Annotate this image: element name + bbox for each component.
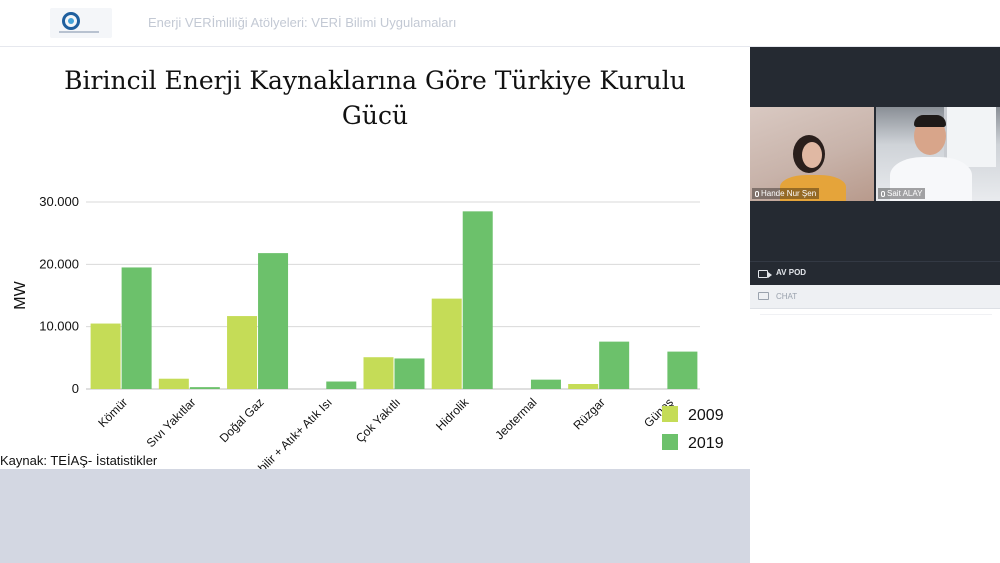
chat-icon (758, 292, 769, 300)
participant-name-tag: Sait ALAY (878, 188, 926, 199)
participant-video-1[interactable]: Hande Nur Şen (750, 107, 874, 201)
bar-2009 (90, 323, 121, 389)
bar-2019 (394, 358, 425, 389)
presentation-slide: 0 10.000 20.000 30.000 MW Kömür Sıvı Yakıtlar D… (0, 47, 750, 469)
bar-2009 (363, 357, 394, 389)
app-title: Enerji VERİmliliği Atölyeleri: VERİ Bili… (148, 15, 457, 30)
legend-label: 2019 (688, 435, 724, 452)
x-tick-label: Doğal Gaz (217, 395, 267, 445)
bar-2019 (599, 341, 630, 389)
x-tick-label: Rüzgar (571, 395, 608, 432)
chat-header[interactable]: CHAT (750, 285, 1000, 309)
x-tick-label: Yenilenebilir + Atık+ Atık Isı (223, 395, 335, 469)
side-panel: Hande Nur Şen Sait ALAY AV POD CHAT (750, 47, 1000, 563)
y-tick-label: 10.000 (39, 319, 79, 334)
mic-icon (881, 191, 885, 197)
bar-2019 (462, 211, 493, 389)
bar-2019 (326, 381, 357, 389)
chart-title: Birincil Enerji Kaynaklarına Göre Türkiy… (0, 63, 750, 133)
y-axis-label: MW (12, 280, 29, 309)
legend-swatch (662, 434, 678, 450)
top-bar: Enerji VERİmliliği Atölyeleri: VERİ Bili… (0, 0, 1000, 47)
av-pod-label: AV POD (776, 268, 807, 277)
x-tick-label: Sıvı Yakıtlar (144, 395, 199, 450)
chat-label: CHAT (776, 292, 798, 301)
bar-2019 (189, 387, 220, 389)
participant-video-2[interactable]: Sait ALAY (876, 107, 1000, 201)
legend-label: 2009 (688, 407, 724, 424)
y-tick-label: 20.000 (39, 256, 79, 271)
x-tick-label: Hidrolik (433, 395, 472, 434)
bar-2009 (227, 316, 258, 389)
x-tick-label: Jeotermal (492, 395, 539, 442)
chat-body[interactable] (750, 309, 1000, 563)
source-note: Kaynak: TEİAŞ- İstatistikler (0, 453, 158, 468)
chart-title-line-2: Gücü (341, 101, 409, 130)
av-pod-header[interactable]: AV POD (750, 261, 1000, 285)
app-window: Enerji VERİmliliği Atölyeleri: VERİ Bili… (0, 0, 1000, 563)
bar-2019 (530, 379, 561, 389)
chart-title-line-1: Birincil Enerji Kaynaklarına Göre Türkiy… (64, 66, 686, 95)
bar-2019 (667, 351, 698, 389)
bar-2019 (121, 267, 152, 389)
y-tick-label: 0 (72, 381, 79, 396)
legend-swatch (662, 406, 678, 422)
bar-2009 (568, 384, 599, 389)
y-tick-label: 30.000 (39, 194, 79, 209)
camera-icon (758, 270, 772, 278)
bar-2009 (431, 298, 462, 389)
video-pod: Hande Nur Şen Sait ALAY (750, 47, 1000, 261)
x-tick-label: Çok Yakıtlı (353, 395, 403, 445)
participant-name: Hande Nur Şen (761, 189, 817, 198)
bar-2009 (158, 378, 189, 389)
participant-name: Sait ALAY (887, 189, 923, 198)
x-tick-label: Kömür (95, 395, 130, 430)
organization-logo (50, 8, 112, 38)
bar-2019 (258, 253, 289, 389)
mic-icon (755, 191, 759, 197)
participant-name-tag: Hande Nur Şen (752, 188, 820, 199)
